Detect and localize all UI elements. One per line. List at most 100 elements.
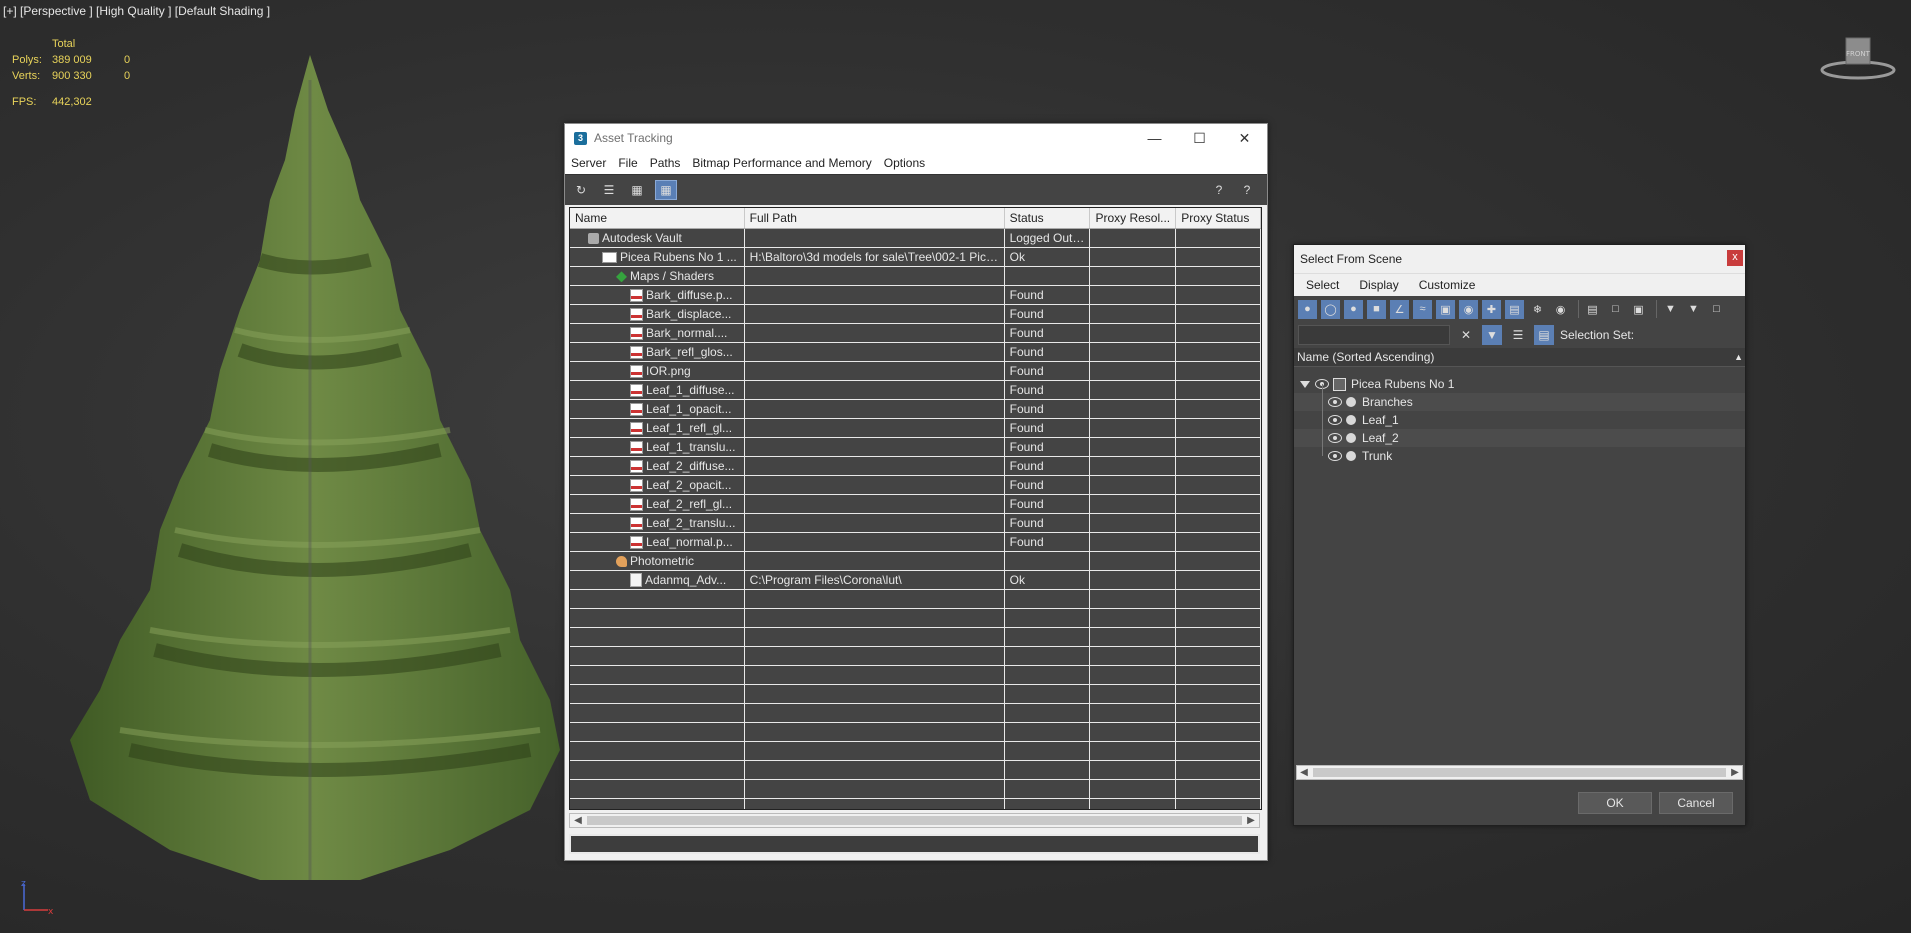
asset-row[interactable]: Bark_refl_glos... Found bbox=[570, 342, 1261, 362]
visibility-eye-icon[interactable] bbox=[1328, 451, 1342, 461]
list-view-icon[interactable]: ☰ bbox=[599, 181, 619, 199]
asset-row[interactable]: Leaf_2_diffuse... Found bbox=[570, 456, 1261, 476]
asset-row[interactable]: Leaf_1_translu... Found bbox=[570, 437, 1261, 457]
menu-paths[interactable]: Paths bbox=[650, 156, 681, 170]
bones-filter-icon[interactable]: ✚ bbox=[1482, 299, 1501, 319]
cameras-filter-icon[interactable]: ■ bbox=[1367, 299, 1386, 319]
geometry-filter-icon[interactable]: ● bbox=[1298, 299, 1317, 319]
lights-filter-icon[interactable]: ● bbox=[1344, 299, 1363, 319]
column-header-name[interactable]: Name bbox=[570, 208, 745, 229]
viewport-label[interactable]: [+] [Perspective ] [High Quality ] [Defa… bbox=[3, 4, 270, 18]
search-input[interactable] bbox=[1298, 325, 1450, 345]
asset-row[interactable]: Picea Rubens No 1 ... H:\Baltoro\3d model… bbox=[570, 247, 1261, 267]
asset-table-hscrollbar[interactable]: ◀ ▶ bbox=[569, 813, 1260, 828]
column-header-full-path[interactable]: Full Path bbox=[744, 208, 1005, 229]
spacewarps-filter-icon[interactable]: ≈ bbox=[1413, 299, 1432, 319]
folder-icon[interactable]: □ bbox=[1707, 300, 1726, 319]
asset-row[interactable]: Leaf_2_opacit... Found bbox=[570, 475, 1261, 495]
help-icon[interactable]: ? bbox=[1237, 181, 1257, 199]
scene-list-hscrollbar[interactable]: ◀ ▶ bbox=[1296, 765, 1743, 780]
asset-row[interactable]: Leaf_2_translu... Found bbox=[570, 513, 1261, 533]
scroll-right-arrow-icon[interactable]: ▶ bbox=[1728, 766, 1742, 779]
tree-node-root[interactable]: Picea Rubens No 1 bbox=[1294, 375, 1745, 393]
scroll-thumb[interactable] bbox=[587, 816, 1242, 825]
tree-node-child[interactable]: Trunk bbox=[1294, 438, 1745, 465]
asset-row[interactable]: Leaf_1_refl_gl... Found bbox=[570, 418, 1261, 438]
asset-row[interactable]: IOR.png Found bbox=[570, 361, 1261, 381]
asset-row[interactable]: Leaf_1_diffuse... Found bbox=[570, 380, 1261, 400]
refresh-icon[interactable]: ↻ bbox=[571, 181, 591, 199]
column-header-proxy-resolution[interactable]: Proxy Resol... bbox=[1089, 208, 1177, 229]
asset-row[interactable]: Bark_displace... Found bbox=[570, 304, 1261, 324]
tree-node-child[interactable]: Leaf_1 bbox=[1294, 402, 1745, 429]
helpers-filter-icon[interactable]: ∠ bbox=[1390, 299, 1409, 319]
freeze-dot-icon[interactable] bbox=[1346, 433, 1356, 443]
asset-status-cell: Ok bbox=[1004, 570, 1091, 590]
asset-row[interactable]: Leaf_1_opacit... Found bbox=[570, 399, 1261, 419]
proxy-status-cell bbox=[1175, 437, 1261, 457]
groups-filter-icon[interactable]: ▣ bbox=[1436, 299, 1455, 319]
containers-filter-icon[interactable]: ▤ bbox=[1505, 299, 1524, 319]
expand-triangle-icon[interactable] bbox=[1300, 380, 1310, 388]
asset-row[interactable]: Bark_diffuse.p... Found bbox=[570, 285, 1261, 305]
minimize-button[interactable]: — bbox=[1132, 124, 1177, 152]
scroll-right-arrow-icon[interactable]: ▶ bbox=[1243, 814, 1259, 827]
visibility-eye-icon[interactable] bbox=[1328, 415, 1342, 425]
hierarchy-icon[interactable]: ▤ bbox=[1534, 325, 1554, 345]
table-view-icon[interactable]: ▦ bbox=[655, 180, 677, 200]
layers-icon[interactable]: ☰ bbox=[1508, 325, 1528, 345]
freeze-dot-icon[interactable] bbox=[1346, 415, 1356, 425]
menu-options[interactable]: Options bbox=[884, 156, 925, 170]
menu-customize[interactable]: Customize bbox=[1419, 278, 1476, 292]
filter-icon[interactable]: ▼ bbox=[1661, 300, 1680, 319]
tree-node-child[interactable]: Leaf_2 bbox=[1294, 420, 1745, 447]
visibility-eye-icon[interactable] bbox=[1328, 433, 1342, 443]
hidden-filter-icon[interactable]: ◉ bbox=[1551, 300, 1570, 319]
select-from-scene-dialog[interactable]: Select From Scene x Select Display Custo… bbox=[1293, 244, 1746, 826]
column-header-proxy-status[interactable]: Proxy Status bbox=[1175, 208, 1261, 229]
server-help-icon[interactable]: ? bbox=[1209, 181, 1229, 199]
menu-file[interactable]: File bbox=[618, 156, 637, 170]
close-button[interactable]: x bbox=[1727, 250, 1743, 266]
thumbnail-view-icon[interactable]: ▦ bbox=[627, 181, 647, 199]
asset-row[interactable]: Autodesk Vault Logged Out ... bbox=[570, 228, 1261, 248]
cancel-button[interactable]: Cancel bbox=[1659, 792, 1733, 814]
display-all-icon[interactable]: ▤ bbox=[1583, 300, 1602, 319]
scroll-thumb[interactable] bbox=[1313, 768, 1726, 777]
freeze-dot-icon[interactable] bbox=[1346, 397, 1356, 407]
asset-row[interactable]: Bark_normal.... Found bbox=[570, 323, 1261, 343]
column-header-name-sorted[interactable]: Name (Sorted Ascending) ▲ bbox=[1294, 348, 1745, 367]
visibility-eye-icon[interactable] bbox=[1328, 397, 1342, 407]
viewcube-icon[interactable]: FRONT bbox=[1818, 34, 1898, 84]
tree-node-child[interactable]: Branches bbox=[1294, 384, 1745, 411]
asset-row[interactable]: Adanmq_Adv... C:\Program Files\Corona\lut… bbox=[570, 570, 1261, 590]
asset-path-field[interactable] bbox=[569, 834, 1260, 854]
filter-options-icon[interactable]: ▼ bbox=[1684, 300, 1703, 319]
display-none-icon[interactable]: □ bbox=[1606, 300, 1625, 319]
clear-search-icon[interactable]: ✕ bbox=[1456, 325, 1476, 345]
proxy-resolution-cell bbox=[1089, 380, 1177, 400]
column-header-status[interactable]: Status bbox=[1004, 208, 1091, 229]
freeze-dot-icon[interactable] bbox=[1346, 451, 1356, 461]
select-from-scene-titlebar[interactable]: Select From Scene x bbox=[1294, 245, 1745, 273]
close-button[interactable]: ✕ bbox=[1222, 124, 1267, 152]
menu-display[interactable]: Display bbox=[1359, 278, 1398, 292]
asset-row[interactable]: Maps / Shaders bbox=[570, 266, 1261, 286]
asset-row[interactable]: Leaf_normal.p... Found bbox=[570, 532, 1261, 552]
funnel-filter-icon[interactable]: ▼ bbox=[1482, 325, 1502, 345]
scroll-left-arrow-icon[interactable]: ◀ bbox=[1297, 766, 1311, 779]
ok-button[interactable]: OK bbox=[1578, 792, 1652, 814]
menu-bitmap-performance[interactable]: Bitmap Performance and Memory bbox=[692, 156, 871, 170]
asset-tracking-titlebar[interactable]: 3 Asset Tracking — ☐ ✕ bbox=[565, 124, 1267, 152]
xrefs-filter-icon[interactable]: ◉ bbox=[1459, 299, 1478, 319]
shapes-filter-icon[interactable]: ◯ bbox=[1321, 299, 1340, 319]
menu-server[interactable]: Server bbox=[571, 156, 606, 170]
asset-row[interactable]: Leaf_2_refl_gl... Found bbox=[570, 494, 1261, 514]
asset-tracking-window[interactable]: 3 Asset Tracking — ☐ ✕ Server File Paths… bbox=[564, 123, 1268, 861]
asset-row[interactable]: Photometric bbox=[570, 551, 1261, 571]
frozen-filter-icon[interactable]: ❄ bbox=[1528, 300, 1547, 319]
scroll-left-arrow-icon[interactable]: ◀ bbox=[570, 814, 586, 827]
maximize-button[interactable]: ☐ bbox=[1177, 124, 1222, 152]
menu-select[interactable]: Select bbox=[1306, 278, 1339, 292]
display-invert-icon[interactable]: ▣ bbox=[1629, 300, 1648, 319]
